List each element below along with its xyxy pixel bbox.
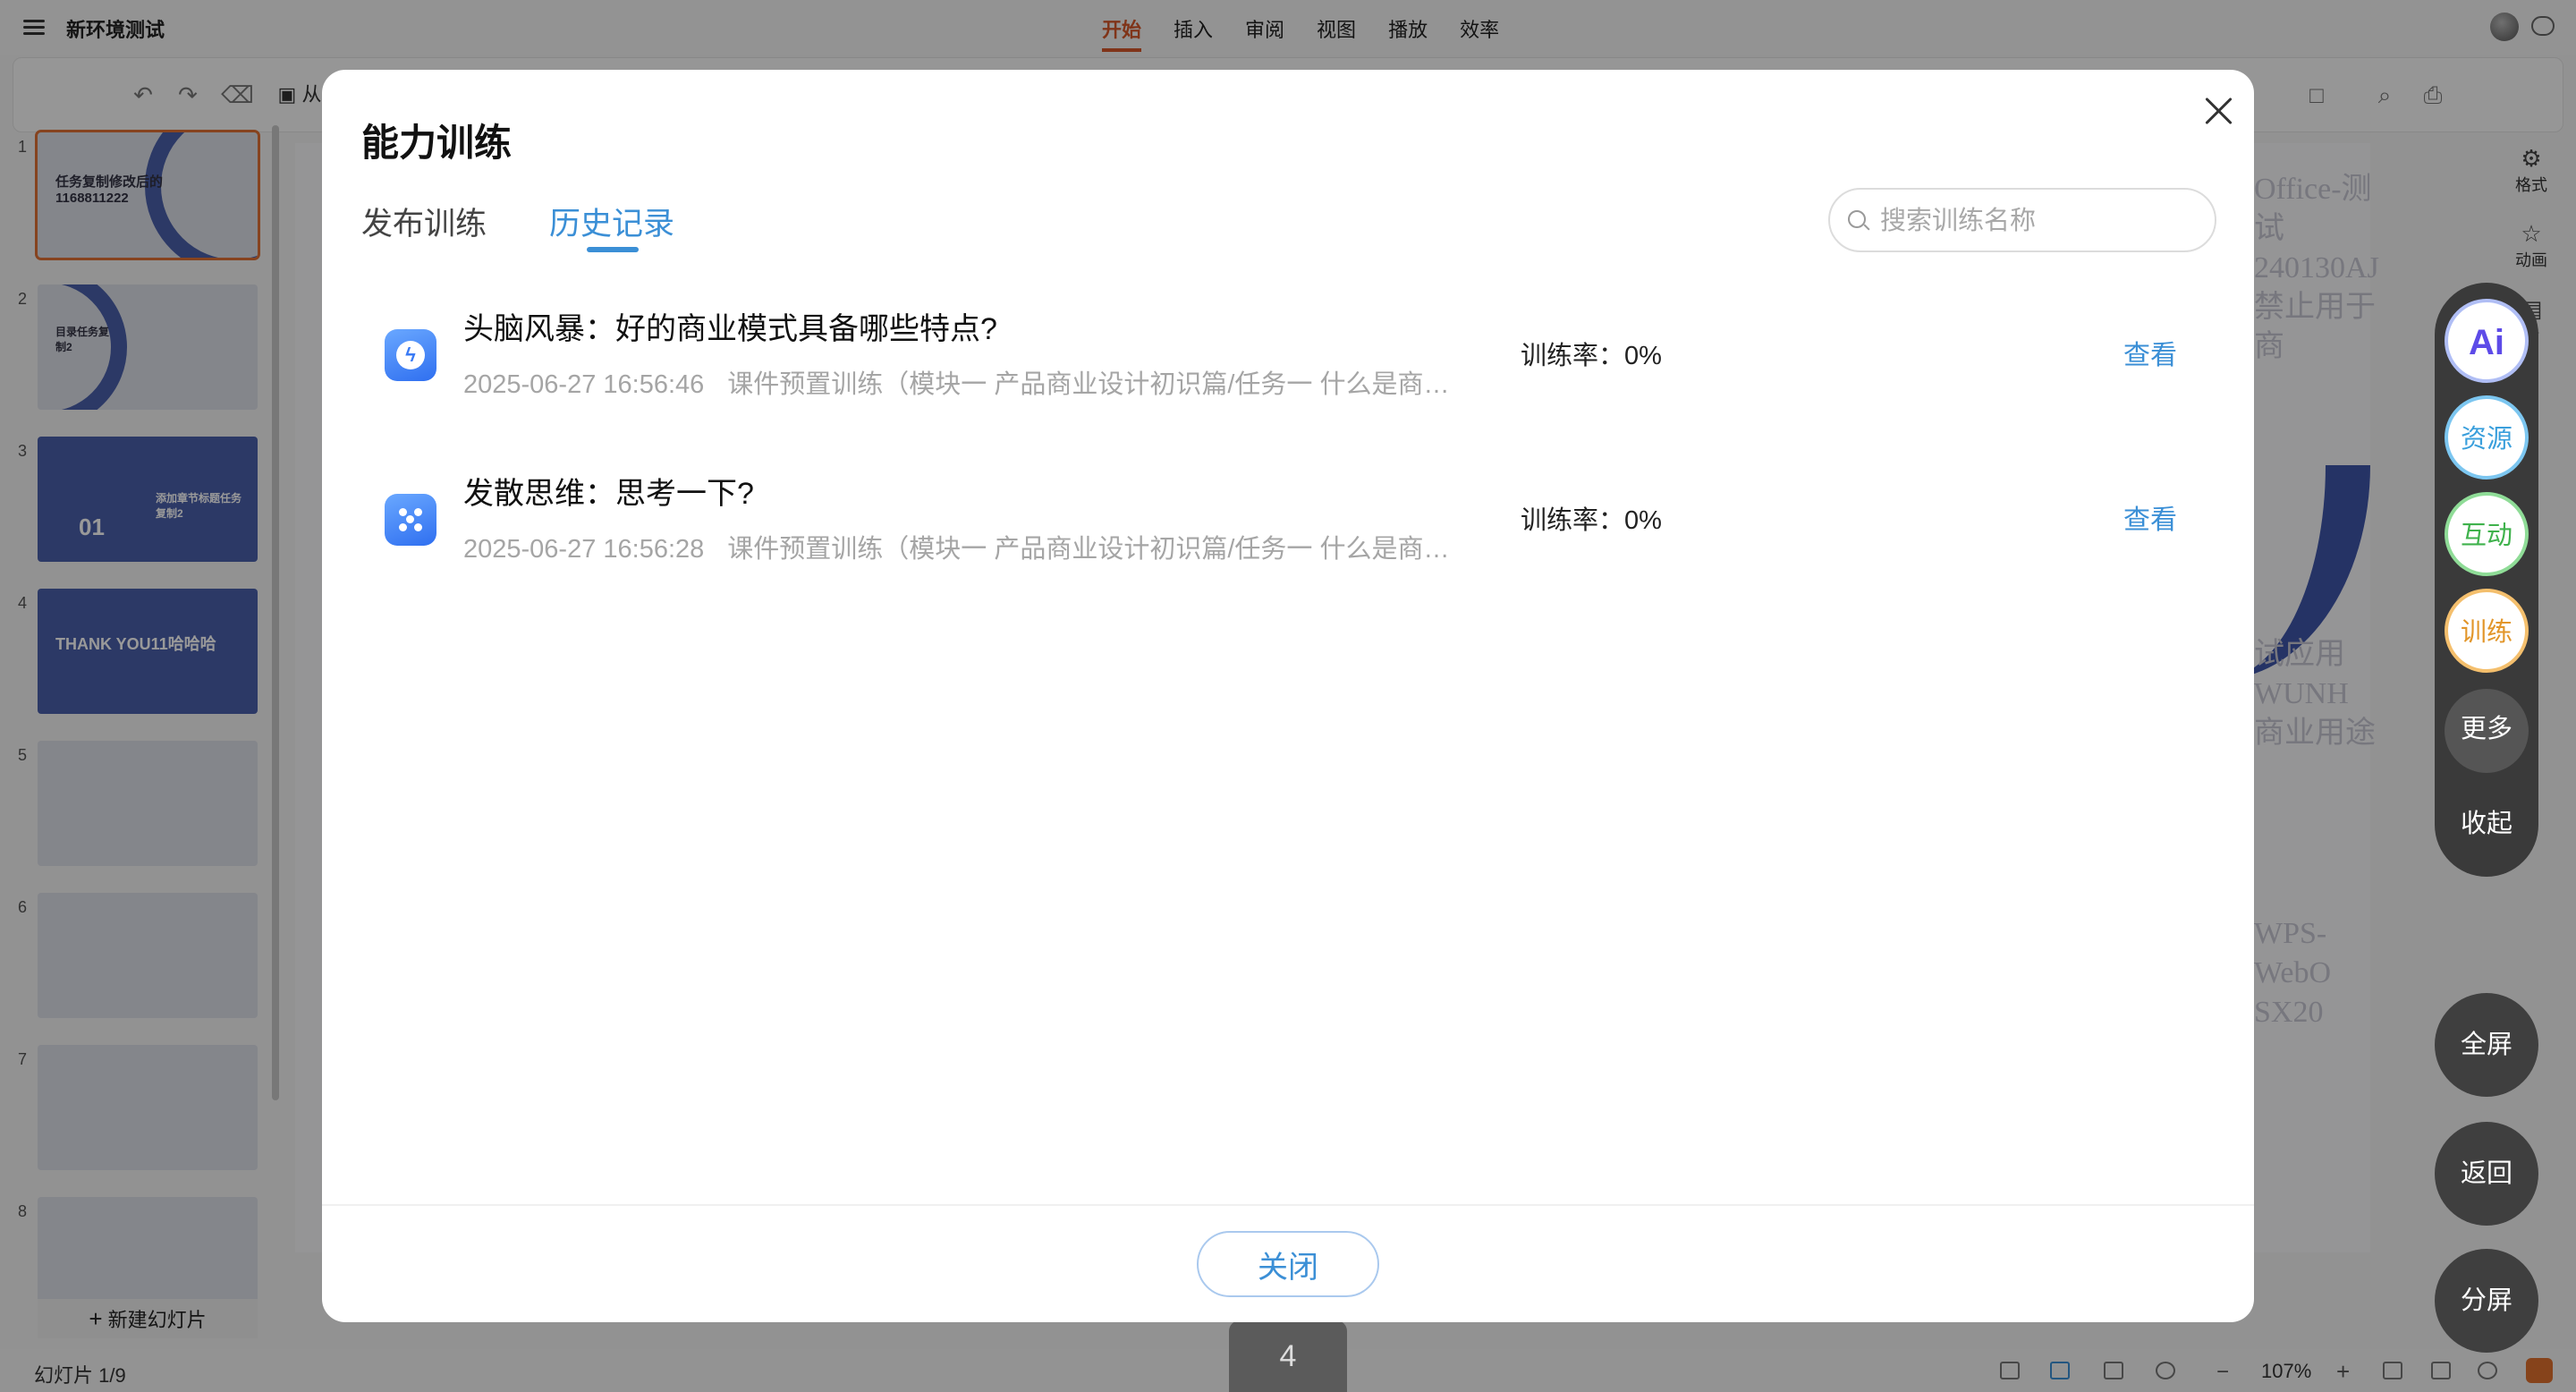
ai-assistant-button[interactable]: Ai: [2445, 299, 2529, 383]
interaction-button[interactable]: 互动: [2445, 492, 2529, 576]
training-dialog: 能力训练 发布训练 历史记录 ϟ 头脑风暴：好的商业模式具备哪些特点? 2025…: [322, 70, 2254, 1322]
view-button[interactable]: 查看: [2123, 497, 2177, 537]
view-button[interactable]: 查看: [2123, 333, 2177, 372]
training-source: 课件预置训练（模块一 产品商业设计初识篇/任务一 什么是商…: [727, 535, 1450, 564]
tab-history-label: 历史记录: [549, 207, 675, 242]
close-icon[interactable]: [2200, 93, 2236, 129]
search-icon: [1848, 210, 1870, 232]
divergent-icon: [385, 494, 436, 546]
active-tab-indicator: [587, 247, 639, 252]
more-button[interactable]: 更多: [2445, 689, 2529, 773]
training-time: 2025-06-27 16:56:46: [463, 370, 705, 399]
training-title: 头脑风暴：好的商业模式具备哪些特点?: [463, 312, 997, 346]
training-button[interactable]: 训练: [2445, 589, 2529, 673]
search-box: [1828, 188, 2216, 252]
training-source: 课件预置训练（模块一 产品商业设计初识篇/任务一 什么是商…: [727, 370, 1450, 399]
training-rate-label: 训练率：: [1521, 342, 1625, 370]
back-button[interactable]: 返回: [2435, 1122, 2538, 1226]
training-meta: 2025-06-27 16:56:46 课件预置训练（模块一 产品商业设计初识篇/…: [463, 363, 1474, 401]
close-button[interactable]: 关闭: [1197, 1231, 1379, 1297]
training-meta: 2025-06-27 16:56:28 课件预置训练（模块一 产品商业设计初识篇/…: [463, 528, 1474, 565]
dialog-title: 能力训练: [361, 122, 513, 164]
dialog-footer: 关闭: [322, 1204, 2254, 1322]
fullscreen-button[interactable]: 全屏: [2435, 993, 2538, 1097]
tab-publish-training[interactable]: 发布训练: [361, 199, 487, 244]
list-item: 发散思维：思考一下? 2025-06-27 16:56:28 课件预置训练（模块一…: [385, 469, 2227, 585]
training-title: 发散思维：思考一下?: [463, 477, 754, 511]
training-rate-value: 0%: [1624, 506, 1662, 535]
training-rate: 训练率：0%: [1521, 499, 1662, 537]
resources-button[interactable]: 资源: [2445, 395, 2529, 480]
search-input[interactable]: [1880, 200, 2202, 242]
training-rate: 训练率：0%: [1521, 335, 1662, 372]
tab-history[interactable]: 历史记录: [549, 199, 675, 252]
split-screen-button[interactable]: 分屏: [2435, 1249, 2538, 1353]
collapse-button[interactable]: 收起: [2445, 784, 2529, 868]
page-indicator[interactable]: 4: [1229, 1320, 1347, 1392]
list-item: ϟ 头脑风暴：好的商业模式具备哪些特点? 2025-06-27 16:56:46…: [385, 304, 2227, 420]
training-rate-label: 训练率：: [1521, 506, 1625, 535]
training-rate-value: 0%: [1624, 342, 1662, 370]
training-time: 2025-06-27 16:56:28: [463, 535, 705, 564]
brainstorm-icon: ϟ: [385, 329, 436, 381]
